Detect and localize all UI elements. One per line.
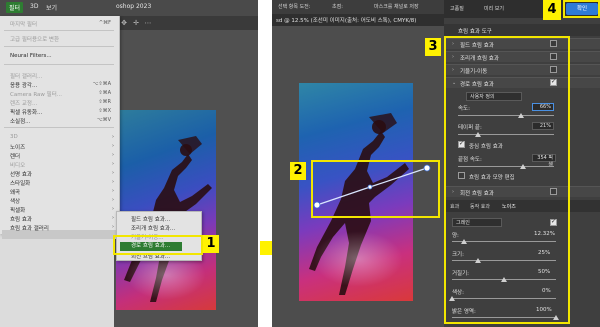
menu-shortcut: ⌥⌘V bbox=[96, 117, 111, 123]
submenu-arrow-icon: › bbox=[112, 152, 114, 158]
submenu-arrow-icon: › bbox=[112, 197, 114, 203]
menu-item-3d[interactable]: 3D bbox=[10, 134, 18, 140]
menu-filter[interactable]: 필터 bbox=[6, 2, 24, 13]
callout-box-1 bbox=[113, 235, 203, 255]
panel-tab[interactable]: 흐림 효과 도구 bbox=[444, 24, 600, 36]
option-high-quality[interactable]: 고품질 bbox=[450, 5, 464, 12]
callout-box-4 bbox=[563, 0, 600, 18]
callout-number-1: 1 bbox=[203, 235, 219, 253]
submenu-arrow-icon: › bbox=[112, 134, 114, 140]
submenu-item-iris-blur[interactable]: 조리개 흐림 효과... bbox=[131, 224, 175, 232]
menu-item-vanishing-point[interactable]: 소실점... bbox=[10, 117, 30, 125]
menu-item-adaptive-wide-angle[interactable]: 응용 광각... bbox=[10, 81, 37, 89]
dancer-photo bbox=[116, 110, 216, 310]
menu-shortcut: ⇧⌘R bbox=[98, 99, 111, 105]
callout-box-3 bbox=[444, 36, 570, 324]
menu-item-lens-correction[interactable]: 렌즈 교정... bbox=[10, 99, 37, 107]
submenu-item-field-blur[interactable]: 필드 흐림 효과... bbox=[131, 215, 170, 223]
menu-item-pixelate[interactable]: 픽셀화 bbox=[10, 206, 25, 214]
menu-item-neural-filters[interactable]: Neural Filters... bbox=[10, 53, 52, 59]
menu-item-sharpen[interactable]: 선명 효과 bbox=[10, 170, 32, 178]
menu-item-last-filter[interactable]: 마지막 필터 bbox=[10, 20, 37, 28]
option-preview[interactable]: 미리 보기 bbox=[484, 5, 504, 12]
menu-item-color[interactable]: 색상 bbox=[10, 197, 20, 205]
callout-number-4: 4 bbox=[543, 0, 561, 20]
move-icon[interactable]: ✥ bbox=[120, 19, 128, 27]
tool-options-strip: ✥ ✛ ⋯ bbox=[114, 16, 258, 30]
menu-shortcut: ^⌘F bbox=[98, 20, 111, 26]
menu-item-filter-gallery[interactable]: 필터 갤러리... bbox=[10, 72, 42, 80]
submenu-arrow-icon: › bbox=[112, 179, 114, 185]
callout-box-2 bbox=[311, 160, 440, 218]
submenu-arrow-icon: › bbox=[112, 215, 114, 221]
menu-item-blur[interactable]: 흐림 효과 bbox=[10, 215, 32, 223]
menu-item-render[interactable]: 렌더 bbox=[10, 152, 20, 160]
align-icon[interactable]: ⋯ bbox=[144, 19, 152, 27]
panel-title: 흐림 효과 도구 bbox=[458, 29, 492, 35]
menu-item-video[interactable]: 비디오 bbox=[10, 161, 25, 169]
tutorial-screenshot: 필터 3D 보기 oshop 2023 ✥ ✛ ⋯ 마지막 필터 ^⌘F 고급 … bbox=[0, 0, 600, 327]
photoshop-left-window: 필터 3D 보기 oshop 2023 ✥ ✛ ⋯ 마지막 필터 ^⌘F 고급 … bbox=[0, 0, 258, 327]
submenu-arrow-icon: › bbox=[112, 170, 114, 176]
menu-item-liquify[interactable]: 픽셀 유동화... bbox=[10, 108, 42, 116]
menu-item-blur-gallery[interactable]: 흐림 효과 갤러리 bbox=[10, 224, 49, 232]
submenu-arrow-icon: › bbox=[112, 161, 114, 167]
menu-shortcut: ⇧⌘A bbox=[98, 90, 111, 96]
submenu-arrow-icon: › bbox=[112, 143, 114, 149]
menu-item-stylize[interactable]: 스타일화 bbox=[10, 179, 30, 187]
menu-3d[interactable]: 3D bbox=[30, 3, 38, 10]
menu-shortcut: ⌥⇧⌘A bbox=[92, 81, 111, 87]
menu-item-noise[interactable]: 노이즈 bbox=[10, 143, 25, 151]
menu-bar: 필터 3D 보기 oshop 2023 bbox=[0, 0, 258, 16]
app-title: oshop 2023 bbox=[116, 3, 152, 10]
callout-number-3: 3 bbox=[425, 38, 441, 56]
submenu-arrow-icon: › bbox=[112, 206, 114, 212]
filter-menu: 마지막 필터 ^⌘F 고급 필터용으로 변환 Neural Filters...… bbox=[0, 16, 120, 239]
menu-view[interactable]: 보기 bbox=[46, 3, 57, 12]
submenu-arrow-icon: › bbox=[112, 224, 114, 230]
menu-item-distort[interactable]: 왜곡 bbox=[10, 188, 20, 196]
menu-item-convert-smart[interactable]: 고급 필터용으로 변환 bbox=[10, 35, 59, 43]
transform-icon[interactable]: ✛ bbox=[132, 19, 140, 27]
menu-item-camera-raw[interactable]: Camera Raw 필터... bbox=[10, 90, 62, 98]
submenu-arrow-icon: › bbox=[112, 188, 114, 194]
menu-shortcut: ⇧⌘X bbox=[98, 108, 111, 114]
callout-number-2: 2 bbox=[290, 162, 306, 180]
